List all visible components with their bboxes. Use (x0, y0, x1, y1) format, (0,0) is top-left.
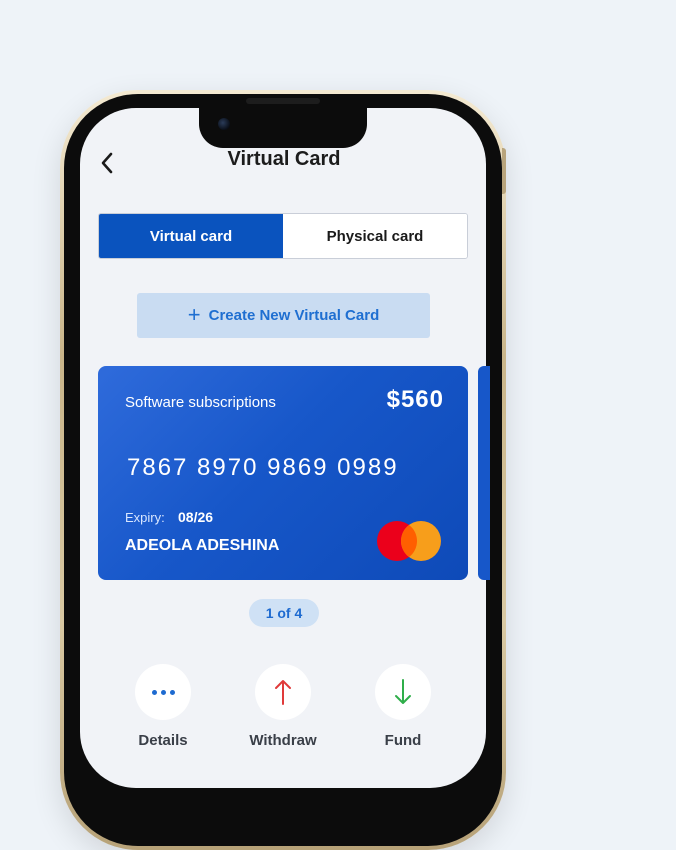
page-title: Virtual Card (227, 148, 341, 170)
details-label: Details (138, 732, 188, 749)
card-holder-name: ADEOLA ADESHINA (125, 537, 280, 554)
details-action[interactable]: Details (113, 664, 213, 749)
card-type-tabs: Virtual card Physical card (98, 213, 468, 259)
mastercard-icon (377, 521, 441, 561)
camera-icon (218, 118, 230, 130)
phone-side-button (502, 148, 506, 194)
card-number: 7867 8970 9869 0989 (127, 454, 399, 481)
phone-speaker (246, 98, 320, 104)
chevron-left-icon (101, 152, 113, 174)
create-virtual-card-button[interactable]: + Create New Virtual Card (137, 293, 430, 338)
withdraw-button[interactable] (255, 664, 311, 720)
card-amount: $560 (386, 386, 444, 413)
fund-label: Fund (384, 732, 422, 749)
tab-physical-card[interactable]: Physical card (283, 214, 467, 258)
next-card-peek[interactable] (478, 366, 490, 580)
card-expiry-label: Expiry: (125, 510, 165, 525)
details-button[interactable] (135, 664, 191, 720)
more-dots-icon (151, 689, 175, 695)
card-pager: 1 of 4 (249, 599, 319, 627)
arrow-down-icon (395, 679, 411, 704)
create-button-label: Create New Virtual Card (208, 307, 380, 324)
withdraw-action[interactable]: Withdraw (233, 664, 333, 749)
virtual-card[interactable]: Software subscriptions $560 7867 8970 98… (98, 366, 468, 580)
withdraw-label: Withdraw (249, 732, 317, 749)
fund-action[interactable]: Fund (353, 664, 453, 749)
card-label: Software subscriptions (125, 394, 276, 411)
back-button[interactable] (96, 150, 118, 176)
arrow-up-icon (275, 680, 291, 705)
card-expiry: 08/26 (178, 509, 214, 525)
fund-button[interactable] (375, 664, 431, 720)
plus-icon: + (187, 301, 201, 327)
tab-virtual-card[interactable]: Virtual card (99, 214, 283, 258)
